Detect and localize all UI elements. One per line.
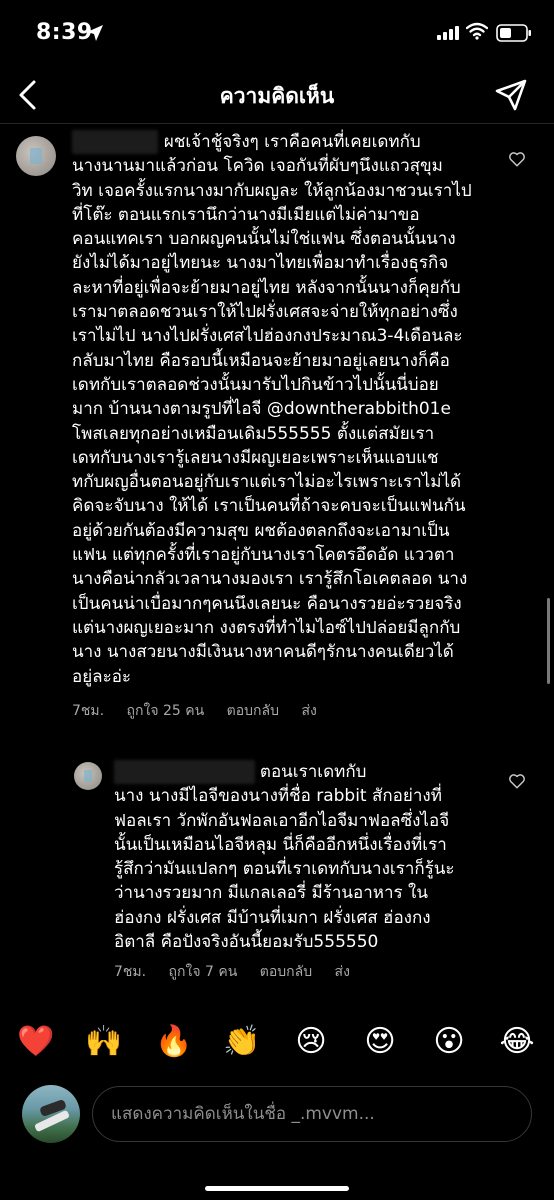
comment-likes[interactable]: ถูกใจ 7 คน xyxy=(169,964,238,980)
emoji-heart[interactable]: ❤️ xyxy=(16,1022,56,1062)
comment-username[interactable] xyxy=(72,130,159,155)
home-indicator xyxy=(205,1186,349,1191)
send-direct-icon[interactable] xyxy=(494,78,528,112)
emoji-laughing[interactable]: 😂 xyxy=(497,1022,537,1062)
comment-meta: 7ชม. ถูกใจ 25 คน ตอบกลับ ส่ง xyxy=(72,700,335,722)
emoji-fire[interactable]: 🔥 xyxy=(154,1022,194,1062)
emoji-heart-eyes[interactable]: 😍 xyxy=(360,1022,400,1062)
avatar[interactable] xyxy=(16,136,56,176)
comment-input[interactable]: แสดงความคิดเห็นในชื่อ _.mvvm... xyxy=(92,1086,532,1142)
location-arrow-icon xyxy=(87,25,103,41)
scrollbar[interactable] xyxy=(547,598,550,684)
emoji-crying[interactable]: 😢 xyxy=(291,1022,331,1062)
comment-username[interactable] xyxy=(114,760,255,785)
comment-text: ตอนเราเดทกับ นาง นางมีไอจีของนางที่ชื่อ … xyxy=(114,760,455,953)
send-button[interactable]: ส่ง xyxy=(335,964,350,980)
emoji-bar: ❤️ 🙌 🔥 👏 😢 😍 😮 😂 xyxy=(0,1022,554,1072)
comment-time: 7ชม. xyxy=(114,964,147,980)
page-title: ความคิดเห็น xyxy=(219,84,335,108)
emoji-raised-hands[interactable]: 🙌 xyxy=(84,1022,124,1062)
send-button[interactable]: ส่ง xyxy=(301,703,316,719)
reply-button[interactable]: ตอบกลับ xyxy=(227,703,279,719)
heart-icon[interactable] xyxy=(508,772,526,790)
comment-time: 7ชม. xyxy=(72,703,105,719)
reply-button[interactable]: ตอบกลับ xyxy=(260,964,312,980)
user-avatar xyxy=(22,1085,80,1143)
wifi-icon xyxy=(466,22,488,40)
comment-text: ผชเจ้าชู้จริงๆ เราคือคนที่เคยเดทกับ นางน… xyxy=(72,130,472,687)
comment-likes[interactable]: ถูกใจ 25 คน xyxy=(127,703,205,719)
status-bar: 8:39 xyxy=(0,0,554,66)
comment-meta: 7ชม. ถูกใจ 7 คน ตอบกลับ ส่ง xyxy=(114,961,368,983)
nav-bar: ความคิดเห็น xyxy=(0,66,554,124)
nav-divider xyxy=(0,123,554,124)
emoji-clap[interactable]: 👏 xyxy=(222,1022,262,1062)
cellular-signal-icon xyxy=(437,26,459,40)
battery-icon xyxy=(496,24,531,42)
emoji-surprised[interactable]: 😮 xyxy=(429,1022,469,1062)
status-time: 8:39 xyxy=(36,20,93,45)
avatar[interactable] xyxy=(74,762,102,790)
heart-icon[interactable] xyxy=(508,150,526,168)
